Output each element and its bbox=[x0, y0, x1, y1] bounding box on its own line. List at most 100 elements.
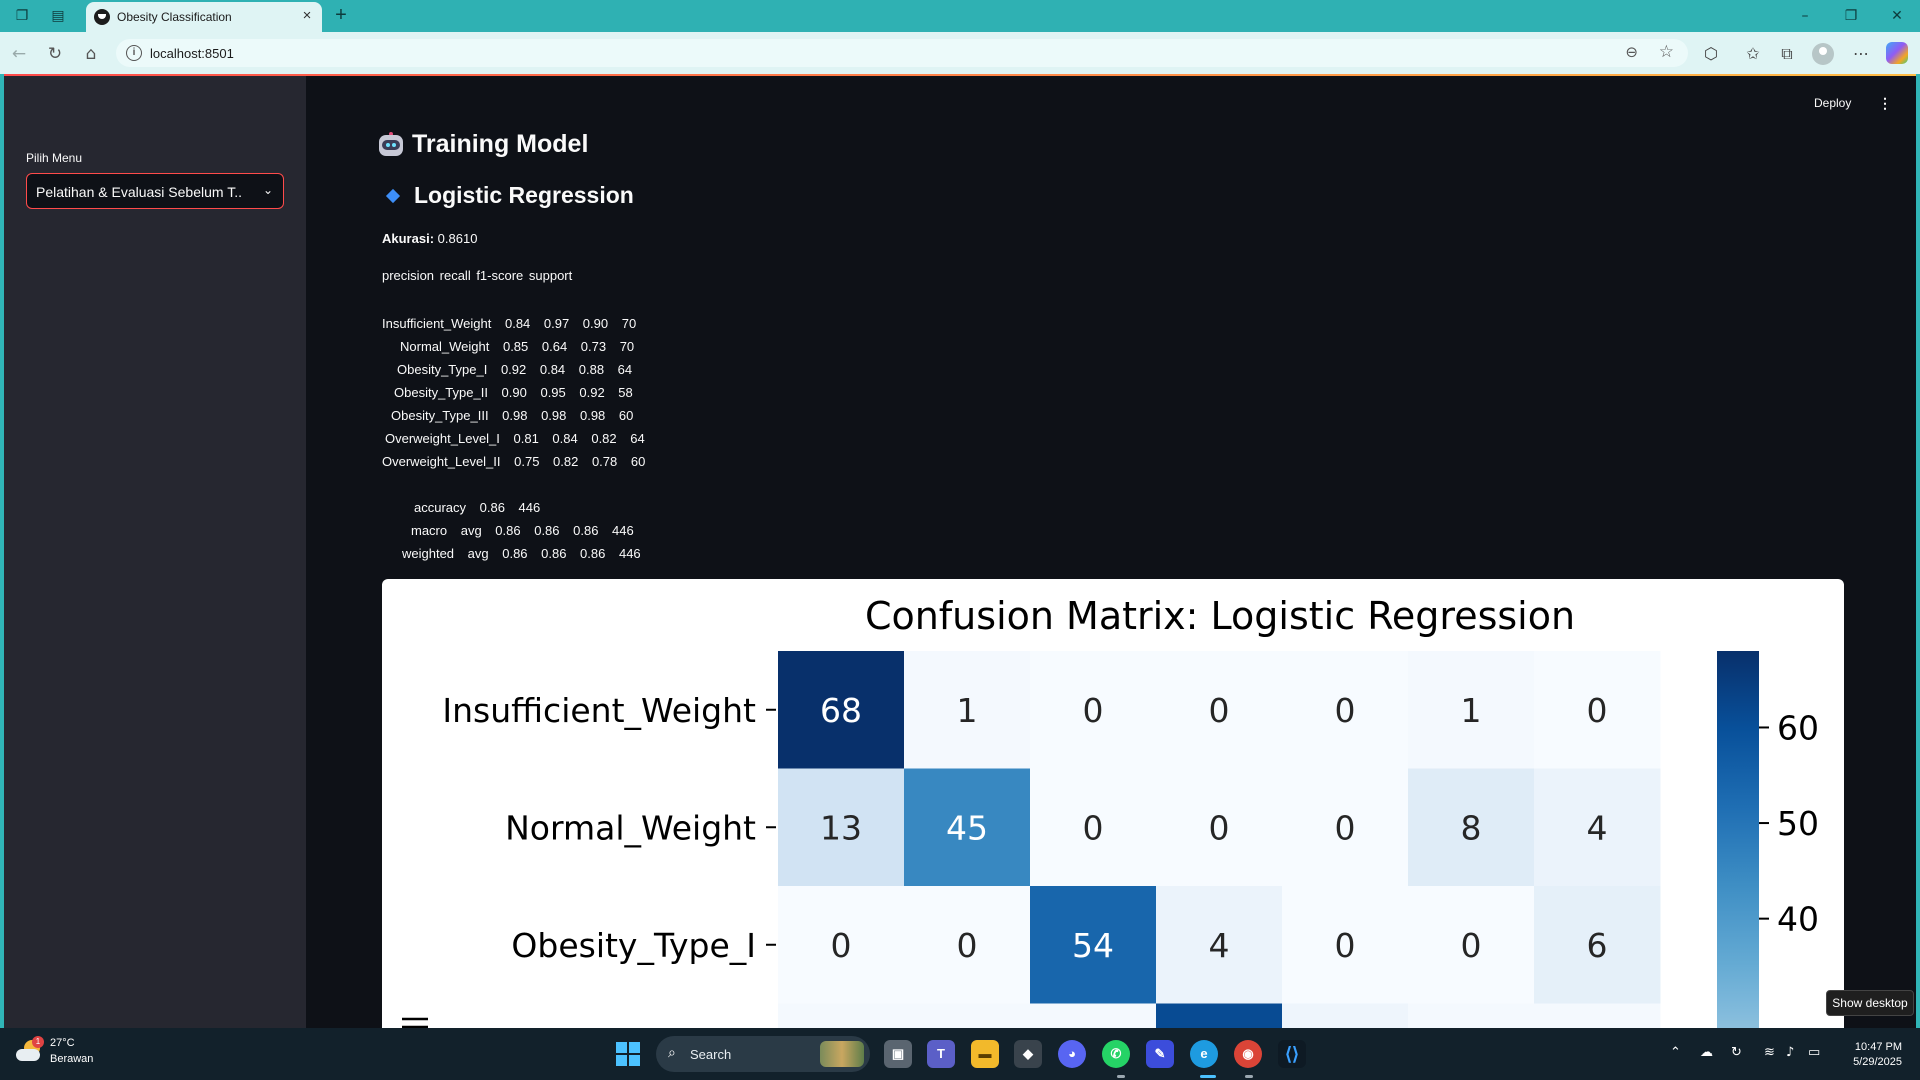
cell-value-label: 0 bbox=[1335, 808, 1356, 847]
wifi-icon[interactable]: ≋ bbox=[1764, 1045, 1775, 1060]
cell-value-label: 0 bbox=[1209, 808, 1230, 847]
taskbar-search[interactable]: ⌕ Search bbox=[656, 1036, 870, 1072]
heatmap-cell bbox=[1408, 1003, 1535, 1028]
cell-value-label: 0 bbox=[1335, 691, 1356, 730]
section-title: Logistic Regression bbox=[378, 182, 634, 209]
whatsapp-icon[interactable]: ✆ bbox=[1102, 1040, 1130, 1068]
copilot-icon[interactable] bbox=[1886, 42, 1908, 64]
weather-badge: 1 bbox=[32, 1036, 44, 1048]
report-row: Normal_Weight 0.85 0.64 0.73 70 bbox=[400, 339, 635, 354]
sync-icon[interactable]: ↻ bbox=[1731, 1045, 1742, 1060]
file-explorer-icon[interactable]: ▬ bbox=[971, 1040, 999, 1068]
colorbar-tick-label: 40 bbox=[1777, 900, 1819, 939]
tab-actions-icon[interactable]: ▤ bbox=[48, 6, 68, 26]
page-title-text: Training Model bbox=[412, 130, 589, 158]
report-row: Obesity_Type_III 0.98 0.98 0.98 60 bbox=[391, 408, 634, 423]
vscode-icon[interactable]: ⟨⟩ bbox=[1278, 1040, 1306, 1068]
favorites-icon[interactable]: ✩ bbox=[1742, 43, 1764, 65]
url-text[interactable]: localhost:8501 bbox=[150, 46, 234, 61]
heatmap-cell bbox=[904, 1003, 1031, 1028]
cell-value-label: 0 bbox=[957, 926, 978, 965]
unity-icon[interactable]: ◆ bbox=[1014, 1040, 1042, 1068]
blue-diamond-icon bbox=[385, 188, 401, 203]
menu-select[interactable]: Pelatihan & Evaluasi Sebelum T... ⌄ bbox=[26, 173, 284, 209]
cell-value-label: 0 bbox=[1587, 691, 1608, 730]
task-view-icon[interactable]: ▣ bbox=[884, 1040, 912, 1068]
close-window-icon[interactable]: ✕ bbox=[1882, 6, 1912, 26]
address-bar[interactable]: i localhost:8501 ⊖ ☆ bbox=[116, 39, 1688, 67]
chevron-down-icon[interactable]: ⌄ bbox=[263, 183, 273, 197]
cell-value-label: 68 bbox=[820, 691, 862, 730]
volume-icon[interactable]: ♪ bbox=[1786, 1045, 1794, 1060]
report-row: Obesity_Type_I 0.92 0.84 0.88 64 bbox=[397, 362, 633, 377]
report-row: Overweight_Level_II 0.75 0.82 0.78 60 bbox=[382, 454, 646, 469]
collections-icon[interactable]: ⧉ bbox=[1776, 43, 1798, 65]
chevron-up-icon[interactable]: ⌃ bbox=[1670, 1045, 1681, 1060]
report-summary-row: macro avg 0.86 0.86 0.86 446 bbox=[411, 523, 634, 538]
weather-temperature: 27°C bbox=[50, 1037, 75, 1049]
refresh-icon[interactable]: ↻ bbox=[44, 43, 66, 65]
heatmap-cell bbox=[1534, 1003, 1661, 1028]
onedrive-icon[interactable]: ☁ bbox=[1700, 1045, 1713, 1060]
zoom-icon[interactable]: ⊖ bbox=[1625, 43, 1638, 61]
show-desktop-tooltip: Show desktop bbox=[1826, 990, 1914, 1016]
pen-app-icon[interactable]: ✎ bbox=[1146, 1040, 1174, 1068]
home-icon[interactable]: ⌂ bbox=[80, 43, 102, 65]
report-row: Overweight_Level_I 0.81 0.84 0.82 64 bbox=[385, 431, 645, 446]
search-placeholder[interactable]: Search bbox=[690, 1047, 731, 1062]
taskbar: 1 27°C Berawan ⌕ Search ▣ T ▬ ◆ ◕ ✆ ✎ e … bbox=[0, 1028, 1920, 1080]
menu-select-value[interactable]: Pelatihan & Evaluasi Sebelum T... bbox=[36, 184, 241, 200]
cell-value-label: 0 bbox=[1209, 691, 1230, 730]
teams-icon[interactable]: T bbox=[927, 1040, 955, 1068]
deploy-button[interactable]: Deploy bbox=[1814, 96, 1851, 110]
info-icon[interactable]: i bbox=[126, 45, 142, 61]
extensions-icon[interactable]: ⬡ bbox=[1700, 43, 1722, 65]
close-tab-icon[interactable]: × bbox=[298, 7, 316, 25]
profile-icon[interactable] bbox=[1812, 43, 1834, 65]
discord-icon[interactable]: ◕ bbox=[1058, 1040, 1086, 1068]
back-icon[interactable]: ← bbox=[8, 43, 30, 65]
cell-value-label: 54 bbox=[1072, 926, 1114, 965]
cell-value-label: 8 bbox=[1461, 808, 1482, 847]
edge-icon[interactable]: e bbox=[1190, 1040, 1218, 1068]
streamlit-app: Pilih Menu Pelatihan & Evaluasi Sebelum … bbox=[4, 74, 1916, 1028]
cell-value-label: 1 bbox=[957, 691, 978, 730]
windows-start-icon[interactable] bbox=[616, 1042, 640, 1066]
restore-icon[interactable]: ❐ bbox=[1836, 6, 1866, 26]
row-tick-label: Obesity_Type_I bbox=[511, 926, 756, 965]
row-tick-label: Insufficient_Weight bbox=[442, 691, 756, 730]
report-summary-row: weighted avg 0.86 0.86 0.86 446 bbox=[402, 546, 641, 561]
clock-time: 10:47 PM bbox=[1854, 1041, 1902, 1053]
cell-value-label: 0 bbox=[1335, 926, 1356, 965]
cell-value-label: 6 bbox=[1587, 926, 1608, 965]
active-indicator bbox=[1200, 1075, 1216, 1078]
minimize-icon[interactable]: – bbox=[1790, 6, 1820, 26]
search-highlight-icon bbox=[820, 1041, 864, 1067]
more-icon[interactable]: ⋯ bbox=[1850, 43, 1872, 65]
cell-value-label: 1 bbox=[1461, 691, 1482, 730]
clock[interactable]: 10:47 PM 5/29/2025 bbox=[1826, 1040, 1902, 1070]
main-menu-icon[interactable]: ⋮ bbox=[1877, 94, 1893, 112]
search-icon: ⌕ bbox=[668, 1045, 676, 1061]
confusion-matrix-svg: Confusion Matrix: Logistic Regression68 1… bbox=[402, 594, 1819, 1028]
report-summary-row: accuracy 0.86 446 bbox=[414, 500, 541, 515]
browser-tab-active[interactable]: Obesity Classification × bbox=[86, 2, 322, 32]
confusion-matrix-chart: Confusion Matrix: Logistic Regression 68 1… bbox=[382, 579, 1844, 1028]
tab-title: Obesity Classification bbox=[117, 10, 232, 24]
report-row: Obesity_Type_II 0.90 0.95 0.92 58 bbox=[394, 385, 633, 400]
report-header: precision recall f1-score support bbox=[382, 268, 573, 283]
new-tab-icon[interactable]: + bbox=[330, 5, 352, 27]
accuracy-label: Akurasi: bbox=[382, 231, 435, 246]
streamlit-favicon-icon bbox=[94, 9, 110, 25]
cell-value-label: 0 bbox=[1083, 808, 1104, 847]
chrome-icon[interactable]: ◉ bbox=[1234, 1040, 1262, 1068]
running-indicator bbox=[1245, 1075, 1253, 1078]
heatmap-cell bbox=[778, 1003, 905, 1028]
cell-value-label: 45 bbox=[946, 808, 988, 847]
battery-icon[interactable]: ▭ bbox=[1808, 1045, 1820, 1060]
workspaces-icon[interactable]: ❐ bbox=[12, 6, 32, 26]
clock-date: 5/29/2025 bbox=[1853, 1056, 1902, 1068]
favorite-star-icon[interactable]: ☆ bbox=[1659, 42, 1674, 62]
running-indicator bbox=[1117, 1075, 1125, 1078]
accuracy-value: 0.8610 bbox=[437, 231, 478, 246]
